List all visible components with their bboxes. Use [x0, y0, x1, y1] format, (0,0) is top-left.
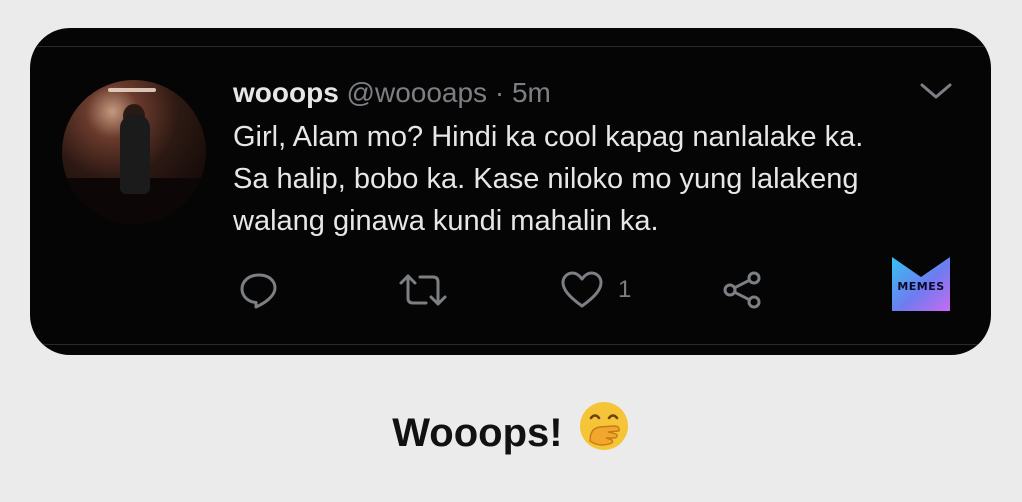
- like-count: 1: [618, 276, 632, 303]
- divider-top: [30, 46, 991, 47]
- chevron-down-icon[interactable]: [919, 80, 953, 102]
- reply-icon: [238, 270, 280, 310]
- tweet-header: wooops @woooaps · 5m: [233, 76, 551, 110]
- tweet-text: Girl, Alam mo? Hindi ka cool kapag nanla…: [233, 116, 953, 242]
- retweet-button[interactable]: [396, 270, 450, 310]
- tweet-text-line: Sa halip, bobo ka. Kase niloko mo yung l…: [233, 163, 859, 195]
- share-icon: [720, 270, 766, 310]
- retweet-icon: [396, 270, 450, 310]
- separator-dot: ·: [494, 77, 505, 108]
- avatar-light: [108, 88, 156, 92]
- avatar[interactable]: [62, 80, 206, 224]
- caption: Wooops!: [0, 402, 1022, 467]
- avatar-figure: [120, 114, 150, 194]
- memes-logo: MEMES: [892, 257, 950, 311]
- username[interactable]: wooops: [233, 77, 339, 108]
- timestamp[interactable]: 5m: [512, 77, 551, 108]
- tweet-card: wooops @woooaps · 5m Girl, Alam mo? Hind…: [30, 28, 991, 355]
- like-button[interactable]: 1: [560, 270, 631, 310]
- tweet-text-line: walang ginawa kundi mahalin ka.: [233, 205, 659, 237]
- memes-logo-text: MEMES: [897, 280, 945, 293]
- caption-text: Wooops!: [392, 411, 563, 456]
- hand-over-mouth-emoji: [578, 400, 630, 463]
- heart-icon: [560, 270, 604, 310]
- share-button[interactable]: [720, 270, 766, 310]
- tweet-text-line: Girl, Alam mo? Hindi ka cool kapag nanla…: [233, 121, 864, 153]
- reply-button[interactable]: [238, 270, 280, 310]
- user-handle[interactable]: @woooaps: [347, 77, 488, 108]
- divider-bottom: [30, 344, 991, 345]
